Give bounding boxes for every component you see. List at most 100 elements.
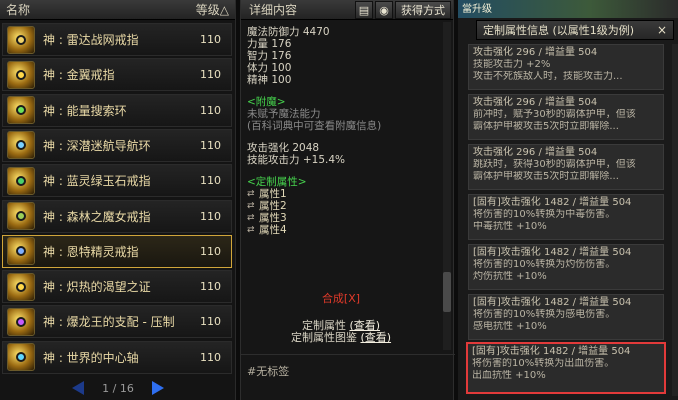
custom-attr-label: 属性3 [259, 212, 287, 224]
info-scrollbar[interactable] [672, 44, 678, 396]
enchant-status: 未赋予魔法能力 [247, 108, 321, 120]
item-list-panel: 名称 等级△ 神 : 雷达战网戒指 110 神 : 金翼戒指 110 神 : 能量搜索环… [0, 0, 236, 400]
stat-label: 魔法防御力 [247, 26, 300, 38]
item-name: 神 : 恩特精灵戒指 [43, 244, 139, 259]
stat-label: 力量 [247, 38, 268, 50]
item-level: 110 [200, 244, 221, 258]
ring-icon [7, 166, 35, 195]
skill-attack: 技能攻击力 +15.4% [247, 154, 345, 166]
next-page-icon[interactable] [151, 381, 164, 395]
custom-attr-label: 属性1 [259, 188, 287, 200]
stat-label: 体力 [247, 62, 268, 74]
column-name-header[interactable]: 名称 [6, 1, 30, 18]
shuffle-icon: ⇄ [247, 213, 255, 223]
stat-line: 智力 176 [247, 50, 437, 62]
shuffle-icon: ⇄ [247, 201, 255, 211]
item-level: 110 [200, 280, 221, 294]
attr-card-line2: 将伤害的10%转换为中毒伤害。 [473, 209, 616, 220]
eye-icon[interactable]: ◉ [375, 1, 393, 19]
custom-attr-label: 属性2 [259, 200, 287, 212]
pager: 1 / 16 [0, 376, 236, 400]
gem-icon [16, 105, 26, 116]
tag-area[interactable]: #无标签 [241, 354, 455, 400]
item-name: 神 : 金翼戒指 [43, 68, 115, 83]
ring-icon [7, 202, 35, 230]
stat-label: 智力 [247, 50, 268, 62]
attr-card[interactable]: 攻击强化 296 / 增益量 504 技能攻击力 +2% 攻击不死族敌人时，技能攻击… [468, 44, 664, 90]
ring-icon [7, 343, 35, 372]
prev-page-icon[interactable] [72, 381, 85, 395]
stat-value: 176 [271, 50, 292, 62]
list-item[interactable]: 神 : 金翼戒指 110 [2, 58, 232, 92]
list-item[interactable]: 神 : 森林之魔女戒指 110 [2, 199, 232, 233]
acquire-method-button[interactable]: 获得方式 [395, 1, 451, 19]
attr-card-line3: 中毒抗性 +10% [473, 221, 547, 232]
settings-icon[interactable]: ▤ [355, 1, 373, 19]
attr-card-line3: 攻击不死族敌人时，技能攻击力... [473, 71, 623, 82]
stat-block: 魔法防御力 4470 力量 176 智力 176 体力 100 精神 100 [247, 26, 437, 86]
gem-icon [16, 211, 26, 221]
column-level-header[interactable]: 等级△ [196, 1, 229, 18]
gem-icon [16, 316, 26, 327]
ring-icon [7, 96, 35, 125]
attr-card-line3: 感电抗性 +10% [473, 321, 547, 332]
attr-card-line2: 将伤害的10%转换为感电伤害。 [473, 309, 616, 320]
close-icon[interactable]: × [657, 23, 667, 37]
level-up-banner: 當升级 [458, 0, 678, 18]
custom-attr-codex-link: 定制属性图鉴 (查看) [241, 332, 441, 344]
attr-card-line1: [固有]攻击强化 1482 / 增益量 504 [473, 197, 632, 208]
attr-card-line1: 攻击强化 296 / 增益量 504 [473, 97, 598, 108]
item-name: 神 : 爆龙王的支配 - 压制 [43, 315, 175, 330]
item-name: 神 : 炽热的渴望之证 [43, 280, 151, 295]
attr-card-line2: 将伤害的10%转换为出血伤害。 [472, 358, 615, 369]
list-item[interactable]: 神 : 深潜迷航导航环 110 [2, 128, 232, 162]
ring-icon [7, 60, 35, 89]
list-item[interactable]: 神 : 爆龙王的支配 - 压制 110 [2, 305, 232, 339]
attr-card-line1: 攻击强化 296 / 增益量 504 [473, 147, 598, 158]
custom-attr-info-title: 定制属性信息 (以属性1级为例) [483, 24, 635, 37]
list-item[interactable]: 神 : 世界的中心轴 110 [2, 340, 232, 374]
gem-icon [16, 246, 26, 257]
attr-card-line1: [固有]攻击强化 1482 / 增益量 504 [473, 247, 632, 258]
stat-line: 精神 100 [247, 74, 437, 86]
gem-icon [16, 281, 26, 292]
detail-scrollbar-thumb[interactable] [443, 272, 451, 312]
custom-attr-codex-view-link[interactable]: (查看) [360, 331, 391, 344]
custom-attr-codex-label: 定制属性图鉴 [290, 331, 361, 344]
detail-toolbar: ▤ ◉ 获得方式 [355, 1, 451, 19]
list-item[interactable]: 神 : 雷达战网戒指 110 [2, 23, 232, 56]
item-level: 110 [200, 138, 221, 152]
attr-card-line2: 跳跃时，获得30秒的霸体护甲，但该 [473, 159, 636, 170]
detail-scrollbar[interactable] [443, 22, 451, 350]
ring-icon [7, 237, 35, 266]
list-item[interactable]: 神 : 炽热的渴望之证 110 [2, 270, 232, 304]
stat-value: 100 [271, 62, 292, 74]
stat-value: 4470 [302, 26, 330, 38]
custom-attr-info-panel: 當升级 定制属性信息 (以属性1级为例) × 攻击强化 296 / 增益量 50… [458, 0, 678, 400]
attr-card-line3: 霸体护甲被攻击5次时立即解除... [473, 171, 619, 182]
attr-card[interactable]: [固有]攻击强化 1482 / 增益量 504 将伤害的10%转换为中毒伤害。 中毒… [468, 194, 664, 240]
stat-label: 精神 [247, 74, 268, 86]
item-level: 110 [200, 209, 221, 223]
custom-attr-item: ⇄ 属性3 [247, 212, 437, 224]
attr-card-line1: [固有]攻击强化 1482 / 增益量 504 [472, 346, 631, 357]
attr-card[interactable]: 攻击强化 296 / 增益量 504 跳跃时，获得30秒的霸体护甲，但该 霸体护甲被… [468, 144, 664, 190]
list-item[interactable]: 神 : 恩特精灵戒指 110 [2, 234, 232, 268]
attr-card[interactable]: [固有]攻击强化 1482 / 增益量 504 将伤害的10%转换为灼伤伤害。 灼伤… [468, 244, 664, 290]
list-item[interactable]: 神 : 蓝灵绿玉石戒指 110 [2, 164, 232, 198]
page-indicator: 1 / 16 [102, 381, 134, 395]
stat-line: 力量 176 [247, 38, 437, 50]
stat-value: 176 [271, 38, 292, 50]
item-name: 神 : 雷达战网戒指 [43, 33, 139, 47]
gem-icon [16, 69, 26, 80]
column-level-label: 等级 [195, 3, 220, 17]
attr-card[interactable]: 攻击强化 296 / 增益量 504 前冲时，赋予30秒的霸体护甲，但该 霸体护甲被… [468, 94, 664, 140]
custom-attr-label: 属性4 [259, 224, 287, 236]
attr-card[interactable]: [固有]攻击强化 1482 / 增益量 504 将伤害的10%转换为感电伤害。 感电… [468, 294, 664, 340]
list-header: 名称 等级△ [0, 0, 235, 20]
attr-card-line3: 灼伤抗性 +10% [473, 271, 547, 282]
list-item[interactable]: 神 : 能量搜索环 110 [2, 93, 232, 127]
custom-attr-info-header: 定制属性信息 (以属性1级为例) × [476, 20, 674, 40]
attr-card-line3: 霸体护甲被攻击5次时立即解除... [473, 121, 619, 132]
attr-card[interactable]: [固有]攻击强化 1482 / 增益量 504 将伤害的10%转换为出血伤害。 出血… [466, 342, 666, 394]
